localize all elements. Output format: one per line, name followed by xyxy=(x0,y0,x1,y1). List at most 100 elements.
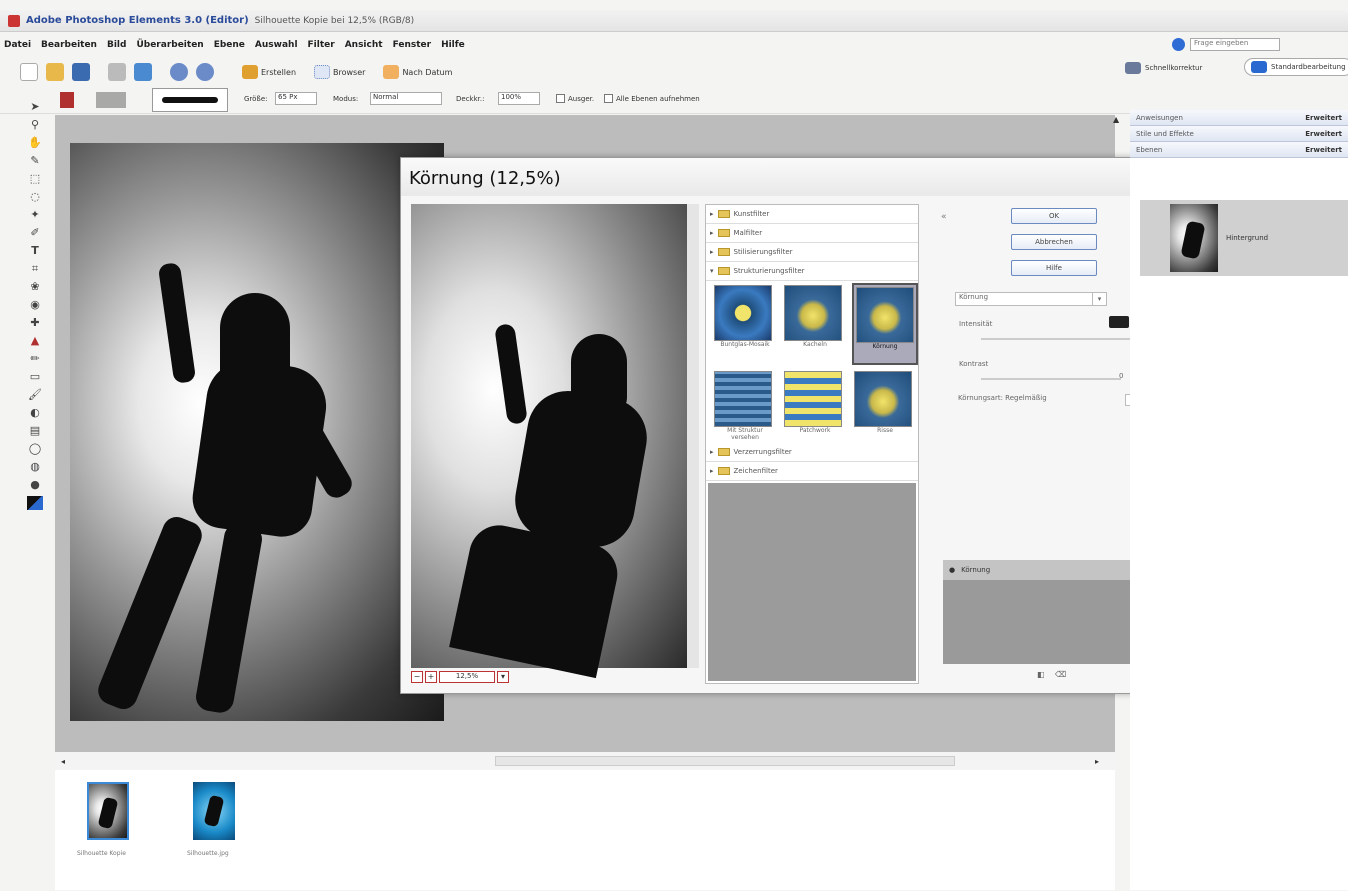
eyedropper-tool-icon[interactable]: ✎ xyxy=(27,154,43,168)
palette-styles-effects[interactable]: Stile und Effekte Erweitert xyxy=(1130,126,1348,142)
online-services-icon[interactable] xyxy=(134,63,152,81)
eraser-tool-icon[interactable]: ▭ xyxy=(27,370,43,384)
menu-window[interactable]: Fenster xyxy=(393,40,432,50)
cookie-cutter-tool-icon[interactable]: ❀ xyxy=(27,280,43,294)
magic-wand-tool-icon[interactable]: ✦ xyxy=(27,208,43,222)
canvas-horizontal-scrollbar[interactable]: ◂ ▸ xyxy=(55,752,1115,770)
cancel-button[interactable]: Abbrechen xyxy=(1011,234,1097,250)
sponge-tool-icon[interactable]: ● xyxy=(27,478,43,492)
undo-icon[interactable] xyxy=(170,63,188,81)
zoom-tool-icon[interactable]: ⚲ xyxy=(27,118,43,132)
healing-brush-tool-icon[interactable]: ✚ xyxy=(27,316,43,330)
bin-thumb-silhouette-jpg[interactable] xyxy=(193,782,235,840)
collapse-gallery-icon[interactable]: « xyxy=(941,212,947,222)
blur-tool-icon[interactable]: ◍ xyxy=(27,460,43,474)
brush-preset-picker[interactable] xyxy=(152,88,228,112)
hand-tool-icon[interactable]: ✋ xyxy=(27,136,43,150)
scroll-thumb[interactable] xyxy=(495,756,956,766)
zoom-value[interactable]: 12,5% xyxy=(439,671,495,683)
menu-filter[interactable]: Filter xyxy=(308,40,335,50)
thumb-craquelure[interactable] xyxy=(854,371,912,427)
lasso-tool-icon[interactable]: ◌ xyxy=(27,190,43,204)
bin-thumb-silhouette-copy[interactable] xyxy=(87,782,129,840)
palette-how-to[interactable]: Anweisungen Erweitert xyxy=(1130,110,1348,126)
category-texture[interactable]: ▾ Strukturierungsfilter xyxy=(706,262,918,281)
new-icon[interactable] xyxy=(20,63,38,81)
filter-select[interactable]: Körnung ▾ xyxy=(955,292,1107,306)
preview-scrollbar[interactable] xyxy=(687,204,699,668)
grain-type-select[interactable]: Körnungsart: Regelmäßig▾ xyxy=(955,394,1139,408)
ok-button[interactable]: OK xyxy=(1011,208,1097,224)
move-tool-icon[interactable]: ➤ xyxy=(27,100,43,114)
stamp-tool-icon[interactable] xyxy=(60,92,74,108)
create-button[interactable]: Erstellen xyxy=(242,65,296,79)
by-date-button[interactable]: Nach Datum xyxy=(383,65,452,79)
filter-preview[interactable] xyxy=(411,204,687,679)
color-swatches-icon[interactable] xyxy=(27,496,43,510)
all-layers-checkbox[interactable] xyxy=(604,94,613,103)
browse-button[interactable]: Browser xyxy=(314,65,365,79)
intensity-slider[interactable] xyxy=(981,338,1131,340)
menu-help[interactable]: Hilfe xyxy=(441,40,465,50)
menu-file[interactable]: Datei xyxy=(4,40,31,50)
selection-brush-tool-icon[interactable]: ✐ xyxy=(27,226,43,240)
brush-tool-icon[interactable]: 🖌 xyxy=(27,388,43,402)
redo-icon[interactable] xyxy=(196,63,214,81)
help-search-input[interactable]: Frage eingeben xyxy=(1190,38,1280,51)
category-sketch[interactable]: ▸ Zeichenfilter xyxy=(706,462,918,481)
print-icon[interactable] xyxy=(108,63,126,81)
shape-tool-icon[interactable]: ◯ xyxy=(27,442,43,456)
contrast-slider[interactable] xyxy=(981,378,1121,380)
aligned-label: Ausger. xyxy=(568,95,595,103)
effect-layer-row[interactable]: ● Körnung xyxy=(943,560,1143,580)
scroll-left-arrow-icon[interactable]: ◂ xyxy=(61,757,65,766)
mode-select[interactable]: Normal xyxy=(370,92,442,105)
palette-layers[interactable]: Ebenen Erweitert xyxy=(1130,142,1348,158)
canvas-vscroll-up[interactable]: ▲ xyxy=(1113,115,1125,127)
thumb-tiles[interactable] xyxy=(784,285,842,341)
menu-image[interactable]: Bild xyxy=(107,40,126,50)
zoom-dropdown-button[interactable]: ▾ xyxy=(497,671,509,683)
eye-icon[interactable]: ● xyxy=(949,566,955,574)
zoom-out-button[interactable]: − xyxy=(411,671,423,683)
help-icon[interactable] xyxy=(1172,38,1185,51)
quickfix-tab[interactable]: Schnellkorrektur xyxy=(1125,62,1202,74)
menu-select[interactable]: Auswahl xyxy=(255,40,298,50)
gradient-tool-icon[interactable]: ▤ xyxy=(27,424,43,438)
menu-edit[interactable]: Bearbeiten xyxy=(41,40,97,50)
standard-edit-tab[interactable]: Standardbearbeitung xyxy=(1244,58,1348,76)
delete-effect-layer-icon[interactable]: ⌫ xyxy=(1055,670,1066,679)
menu-layer[interactable]: Ebene xyxy=(214,40,245,50)
size-field[interactable]: 65 Px xyxy=(275,92,317,105)
thumb-texturizer[interactable] xyxy=(714,371,772,427)
thumb-patchwork[interactable] xyxy=(784,371,842,427)
category-stylize[interactable]: ▸ Stilisierungsfilter xyxy=(706,243,918,262)
clone-stamp-tool-icon[interactable]: ▲ xyxy=(27,334,43,348)
new-effect-layer-icon[interactable]: ◧ xyxy=(1037,670,1045,679)
document-image[interactable] xyxy=(70,143,444,721)
contrast-value[interactable]: 0 xyxy=(1119,372,1123,380)
layer-row-background[interactable]: Hintergrund xyxy=(1140,200,1348,276)
save-icon[interactable] xyxy=(72,63,90,81)
type-tool-icon[interactable]: T xyxy=(27,244,43,258)
open-icon[interactable] xyxy=(46,63,64,81)
pattern-stamp-icon[interactable] xyxy=(96,92,126,108)
thumb-grain-selected[interactable] xyxy=(856,287,914,343)
category-artistic[interactable]: ▸ Kunstfilter xyxy=(706,205,918,224)
pencil-tool-icon[interactable]: ✏ xyxy=(27,352,43,366)
crop-tool-icon[interactable]: ⌗ xyxy=(27,262,43,276)
thumb-stained-glass[interactable] xyxy=(714,285,772,341)
category-brush-strokes[interactable]: ▸ Malfilter xyxy=(706,224,918,243)
menu-enhance[interactable]: Überarbeiten xyxy=(136,40,203,50)
menu-view[interactable]: Ansicht xyxy=(345,40,383,50)
marquee-tool-icon[interactable]: ⬚ xyxy=(27,172,43,186)
intensity-value-field[interactable] xyxy=(1109,316,1129,328)
help-button[interactable]: Hilfe xyxy=(1011,260,1097,276)
red-eye-tool-icon[interactable]: ◉ xyxy=(27,298,43,312)
scroll-right-arrow-icon[interactable]: ▸ xyxy=(1095,757,1099,766)
paint-bucket-tool-icon[interactable]: ◐ xyxy=(27,406,43,420)
category-distort[interactable]: ▸ Verzerrungsfilter xyxy=(706,443,918,462)
aligned-checkbox[interactable] xyxy=(556,94,565,103)
zoom-in-button[interactable]: + xyxy=(425,671,437,683)
opacity-field[interactable]: 100% xyxy=(498,92,540,105)
